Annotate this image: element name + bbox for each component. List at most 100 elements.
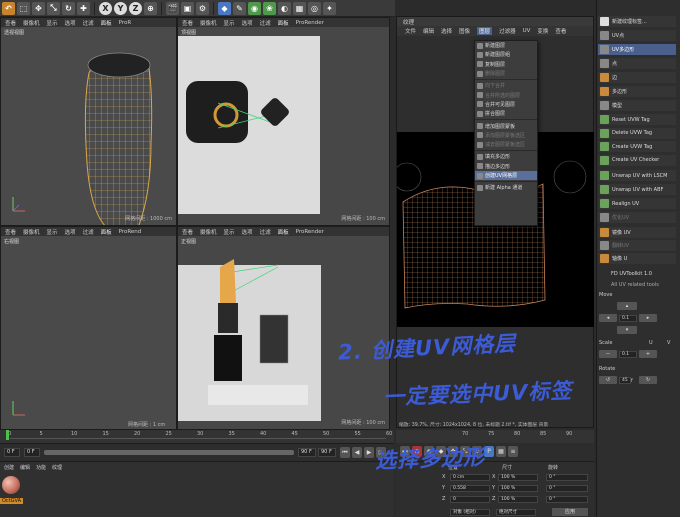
deformer-icon[interactable]: ◐ [278,1,291,15]
mode-button-5[interactable]: 多边形 [598,86,676,97]
vp-menu-view[interactable]: 查看 [5,228,16,236]
playhead[interactable] [6,430,9,440]
vp-menu-filter[interactable]: 过滤 [260,228,271,236]
dropdown-item-0[interactable]: 新建图层 [475,41,537,50]
camera-icon[interactable]: ◎ [308,1,321,15]
mat-menu-create[interactable]: 创建 [4,464,14,471]
vp-menu-camera[interactable]: 摄像机 [200,228,217,236]
mat-menu-edit[interactable]: 编辑 [20,464,30,471]
front-viewport[interactable]: 查看 摄像机 显示 选项 过滤 面板 ProRender 正视图 网格间距 : … [177,226,390,430]
start-frame-input[interactable]: 0 F [4,448,20,457]
array-icon[interactable]: ❀ [263,1,276,15]
y-axis-lock-button[interactable]: Y [114,1,127,15]
coord-size-input[interactable]: 100 % [498,485,538,492]
uv-transform-button-1[interactable]: 翻转UV [598,240,676,251]
tex-menu-select[interactable]: 选择 [441,27,452,35]
right-viewport[interactable]: 查看 摄像机 显示 选项 过滤 面板 ProRend 右视图 [0,226,177,430]
dropdown-item-14[interactable]: 新建 Alpha 通道 [475,183,537,192]
rotate-cw-button[interactable]: ↻ [639,376,657,384]
tex-menu-image[interactable]: 图像 [459,27,470,35]
move-down-button[interactable]: ▾ [617,326,637,334]
scale-up-button[interactable]: + [639,350,657,358]
uv-tag-button-1[interactable]: Delete UVW Tag [598,127,676,139]
mat-menu-function[interactable]: 功能 [36,464,46,471]
uv-transform-button-0[interactable]: 镜像 UV [598,227,676,238]
coord-size-input[interactable]: 100 % [498,496,538,503]
current-frame-input[interactable]: 0 F [24,448,40,457]
mat-menu-texture[interactable]: 纹理 [52,464,62,471]
vp-menu-display[interactable]: 显示 [47,228,58,236]
tex-menu-transform[interactable]: 变换 [537,27,548,35]
vp-menu-filter[interactable]: 过滤 [260,19,271,27]
dropdown-item-7[interactable]: 拼合图层 [475,109,537,118]
dropdown-item-11[interactable]: 填充多边形 [475,152,537,161]
vp-menu-panel[interactable]: 面板 [101,228,112,236]
coord-size-input[interactable]: 100 % [498,474,538,481]
vp-menu-display[interactable]: 显示 [224,19,235,27]
scale-step-input[interactable]: 0.1 [619,351,637,358]
param-key-icon[interactable]: P [484,446,494,457]
z-axis-lock-button[interactable]: Z [129,1,142,15]
coord-mode-select[interactable]: 对象 (相对) [450,509,490,516]
mode-button-4[interactable]: 边 [598,72,676,83]
coord-rotation-input[interactable]: 0 ° [546,474,588,481]
rotate-step-input[interactable]: 45 [619,377,631,384]
timeline-ruler[interactable]: 0 5 10 15 20 25 30 35 40 45 50 55 60 [0,430,394,443]
unwrap-button-1[interactable]: Unwrap UV with ABF [598,184,676,195]
vp-menu-renderer[interactable]: ProR [119,20,132,26]
end-frame-input-2[interactable]: 90 F [318,448,336,457]
vp-menu-options[interactable]: 选项 [65,19,76,27]
unwrap-button-0[interactable]: Unwrap UV with LSCM [598,170,676,181]
tex-menu-view[interactable]: 查看 [555,27,566,35]
pen-icon[interactable]: ✎ [233,1,246,15]
dropdown-item-1[interactable]: 新建图层组 [475,50,537,59]
mode-button-1[interactable]: UV点 [598,30,676,41]
rotate-ccw-button[interactable]: ↺ [599,376,617,384]
uv-transform-button-2[interactable]: 轴像 U [598,253,676,264]
vp-menu-renderer[interactable]: ProRend [119,229,142,235]
unwrap-button-3[interactable]: 优化UV [598,212,676,223]
coord-rotation-input[interactable]: 0 ° [546,496,588,503]
dropdown-item-9[interactable]: 添加图层蒙板选区 [475,131,537,140]
vp-menu-filter[interactable]: 过滤 [83,228,94,236]
render-view-icon[interactable]: 🎬 [166,1,179,15]
tex-menu-filter[interactable]: 过滤器 [499,27,516,35]
perspective-viewport[interactable]: 查看 摄像机 显示 选项 过滤 面板 ProR 透视视图 网格间距 : 1000… [0,17,177,226]
uv-tag-button-0[interactable]: Reset UVW Tag [598,114,676,125]
dropdown-item-8[interactable]: 增加图层蒙板 [475,121,537,130]
select-icon[interactable]: ⬚ [17,1,30,15]
uv-tag-button-3[interactable]: Create UV Checker [598,154,676,166]
vp-menu-camera[interactable]: 摄像机 [200,19,217,27]
vp-menu-options[interactable]: 选项 [242,19,253,27]
vp-menu-display[interactable]: 显示 [47,19,58,27]
render-settings-icon[interactable]: ⚙ [196,1,209,15]
coord-position-input[interactable]: 0 [450,496,490,503]
mode-button-2[interactable]: UV多边形 [598,44,676,55]
tex-menu-uv[interactable]: UV [523,28,531,34]
uv-tag-button-2[interactable]: Create UVW Tag [598,141,676,152]
vp-menu-view[interactable]: 查看 [182,19,193,27]
texture-tab[interactable]: 纹理 [397,17,593,26]
floor-icon[interactable]: ▦ [293,1,306,15]
dropdown-item-10[interactable]: 减去图层蒙板选区 [475,140,537,149]
cube-icon[interactable]: ◆ [218,1,231,15]
move-left-button[interactable]: ◂ [599,314,617,322]
vp-menu-camera[interactable]: 摄像机 [23,19,40,27]
vp-menu-view[interactable]: 查看 [182,228,193,236]
top-viewport[interactable]: 查看 摄像机 显示 选项 过滤 面板 ProRender 顶视图 网格间距 : … [177,17,390,226]
dropdown-item-6[interactable]: 合并可见图层 [475,100,537,109]
x-axis-lock-button[interactable]: X [99,1,112,15]
play-icon[interactable]: ▶ [364,447,374,458]
move-step-input[interactable]: 0.1 [619,315,637,322]
subdivision-icon[interactable]: ◉ [248,1,261,15]
vp-menu-filter[interactable]: 过滤 [83,19,94,27]
dropdown-item-12[interactable]: 描边多边形 [475,162,537,171]
step-back-icon[interactable]: ◀ [352,447,362,458]
vp-menu-panel[interactable]: 面板 [278,228,289,236]
vp-menu-panel[interactable]: 面板 [278,19,289,27]
vp-menu-renderer[interactable]: ProRender [296,229,324,235]
timeline-settings-icon[interactable]: ≡ [508,446,518,457]
vp-menu-view[interactable]: 查看 [5,19,16,27]
frame-range-slider[interactable] [44,450,294,455]
rotate-icon[interactable]: ↻ [62,1,75,15]
